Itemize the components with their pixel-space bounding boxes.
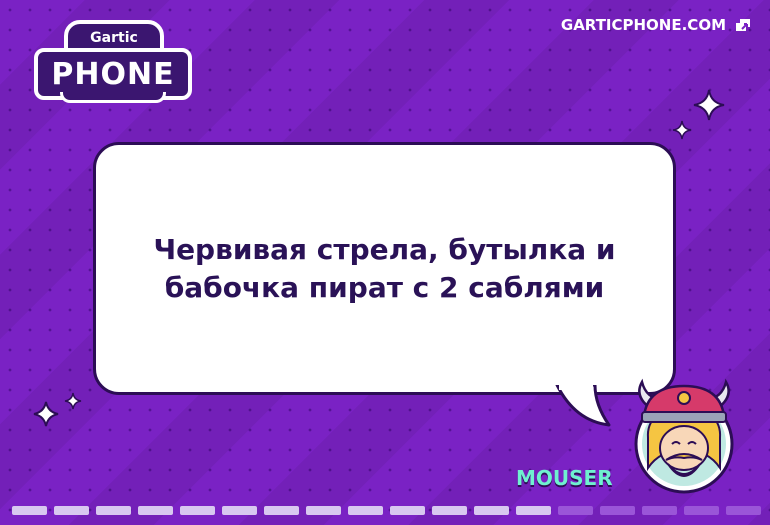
progress-segment — [180, 506, 215, 515]
logo-phone-text: PHONE — [51, 56, 175, 92]
progress-segment — [138, 506, 173, 515]
gartic-phone-logo: Gartic PHONE — [30, 12, 192, 103]
player-avatar — [634, 378, 734, 494]
progress-segment — [642, 506, 677, 515]
progress-segment — [600, 506, 635, 515]
site-link-label[interactable]: GARTICPHONE.COM — [561, 16, 726, 34]
sparkle-icon — [672, 120, 692, 140]
progress-segment — [54, 506, 89, 515]
progress-segment — [474, 506, 509, 515]
sparkle-icon — [693, 89, 725, 121]
fullscreen-icon[interactable] — [734, 17, 752, 33]
progress-segment — [348, 506, 383, 515]
sparkle-icon — [64, 392, 82, 410]
progress-segment — [558, 506, 593, 515]
progress-segment — [96, 506, 131, 515]
sparkle-icon — [33, 401, 59, 427]
prompt-text: Червивая стрела, бутылка и бабочка пират… — [153, 232, 616, 304]
progress-segment — [432, 506, 467, 515]
progress-segment — [264, 506, 299, 515]
progress-segment — [684, 506, 719, 515]
site-link[interactable]: GARTICPHONE.COM — [561, 16, 752, 34]
round-progress — [12, 506, 761, 515]
progress-segment — [390, 506, 425, 515]
player-name: MOUSER — [516, 466, 613, 490]
progress-segment — [12, 506, 47, 515]
progress-segment — [516, 506, 551, 515]
speech-bubble-tail — [555, 385, 611, 427]
speech-bubble: Червивая стрела, бутылка и бабочка пират… — [93, 142, 676, 395]
logo-base — [60, 92, 166, 103]
logo-gartic-text: Gartic — [90, 30, 138, 46]
progress-segment — [726, 506, 761, 515]
progress-segment — [222, 506, 257, 515]
progress-segment — [306, 506, 341, 515]
